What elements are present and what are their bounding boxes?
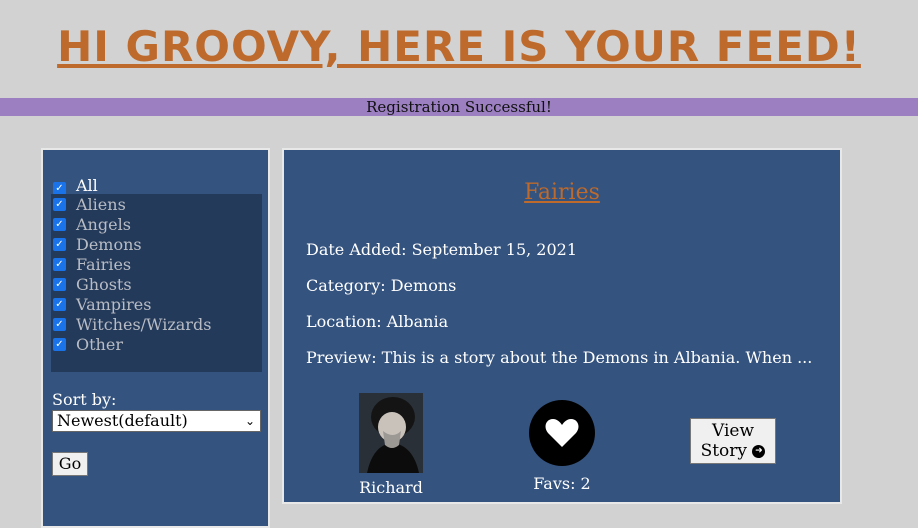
favorite-button[interactable] [529, 400, 595, 466]
heart-icon [545, 419, 579, 447]
chevron-down-icon: ⌄ [244, 414, 255, 428]
story-preview: Preview: This is a story about the Demon… [306, 348, 813, 367]
filter-demons[interactable]: ✓ Demons [51, 234, 262, 254]
story-date: Date Added: September 15, 2021 [306, 240, 578, 259]
page-title: HI GROOVY, HERE IS YOUR FEED! [57, 22, 861, 71]
filter-fairies[interactable]: ✓ Fairies [51, 254, 262, 274]
filter-all-label: All [76, 176, 98, 195]
story-category: Category: Demons [306, 276, 457, 295]
sort-selected-value: Newest(default) [57, 411, 188, 430]
view-story-button[interactable]: View Story ➜ [690, 418, 776, 464]
filter-all[interactable]: ✓ All [53, 176, 98, 195]
story-title[interactable]: Fairies [284, 180, 840, 205]
checkbox-aliens[interactable]: ✓ [53, 197, 66, 211]
filter-vampires[interactable]: ✓ Vampires [51, 294, 262, 314]
checkbox-witches-wizards[interactable]: ✓ [53, 317, 66, 331]
checkbox-vampires[interactable]: ✓ [53, 297, 66, 311]
category-list: ✓ Aliens ✓ Angels ✓ Demons ✓ Fairies ✓ Ghosts… [51, 194, 262, 372]
category-label: Fairies [76, 254, 132, 274]
story-label: Story [700, 441, 748, 461]
checkbox-demons[interactable]: ✓ [53, 237, 66, 251]
view-label: View [711, 421, 755, 441]
category-label: Vampires [76, 294, 152, 314]
favs-count: Favs: 2 [533, 474, 591, 493]
category-label: Ghosts [76, 274, 132, 294]
sort-select[interactable]: Newest(default) ⌄ [52, 410, 261, 432]
filter-other[interactable]: ✓ Other [51, 334, 262, 354]
author-name: Richard [359, 478, 423, 497]
filter-angels[interactable]: ✓ Angels [51, 214, 262, 234]
category-label: Aliens [76, 194, 126, 214]
checkbox-angels[interactable]: ✓ [53, 217, 66, 231]
category-label: Witches/Wizards [76, 314, 212, 334]
checkbox-ghosts[interactable]: ✓ [53, 277, 66, 291]
sort-label: Sort by: [52, 390, 117, 409]
checkbox-fairies[interactable]: ✓ [53, 257, 66, 271]
filter-aliens[interactable]: ✓ Aliens [51, 194, 262, 214]
story-location: Location: Albania [306, 312, 449, 331]
checkbox-other[interactable]: ✓ [53, 337, 66, 351]
go-button[interactable]: Go [52, 452, 88, 476]
filter-witches-wizards[interactable]: ✓ Witches/Wizards [51, 314, 262, 334]
filter-sidebar: ✓ All ✓ Aliens ✓ Angels ✓ Demons ✓ Fairies ✓ G… [41, 148, 270, 528]
category-label: Demons [76, 234, 142, 254]
arrow-right-circle-icon: ➜ [752, 445, 766, 458]
category-label: Other [76, 334, 123, 354]
category-label: Angels [76, 214, 131, 234]
story-card: Fairies Date Added: September 15, 2021 C… [282, 148, 842, 504]
avatar [359, 393, 423, 473]
status-banner: Registration Successful! [0, 98, 918, 116]
filter-ghosts[interactable]: ✓ Ghosts [51, 274, 262, 294]
